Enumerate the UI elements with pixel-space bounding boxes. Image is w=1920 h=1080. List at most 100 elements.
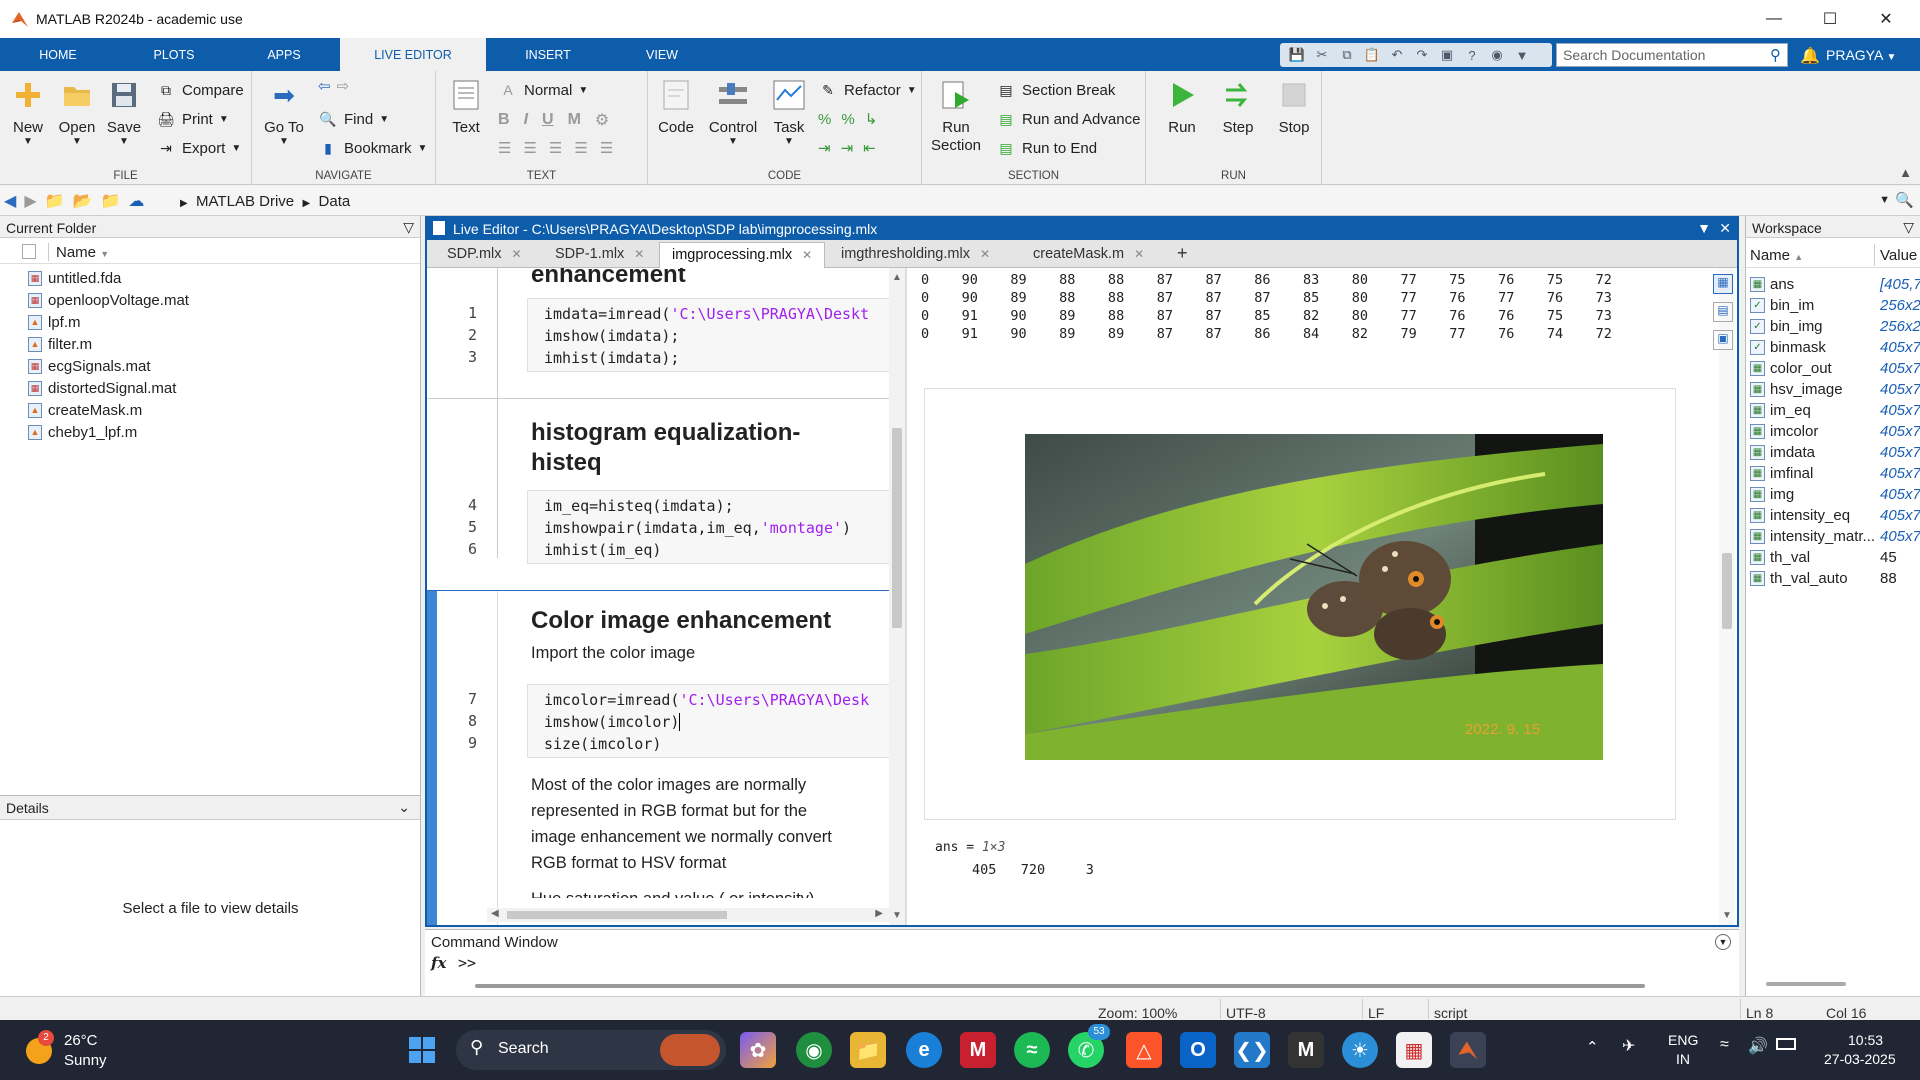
export-button[interactable]: ⇥ Export ▼	[156, 139, 241, 157]
close-icon[interactable]: ✕	[1858, 0, 1914, 38]
workspace-variable-row[interactable]: ▦ intensity_eq 405x7	[1746, 505, 1920, 526]
file-type-status[interactable]: script	[1434, 1005, 1467, 1021]
column-header[interactable]: Name ▼	[0, 240, 420, 264]
clock-time[interactable]: 10:53	[1848, 1032, 1883, 1048]
numbered-list-icon[interactable]: ☰	[523, 139, 536, 157]
workspace-variable-row[interactable]: ✓ bin_im 256x2	[1746, 295, 1920, 316]
output-vertical-scrollbar[interactable]: ▲ ▼	[1719, 268, 1735, 925]
back-arrow-icon[interactable]: ⇦	[318, 77, 331, 95]
output-pane[interactable]: 0 90 89 88 88 87 87 86 83 80 77 75 76 75…	[907, 268, 1737, 925]
close-tab-icon[interactable]: ✕	[980, 247, 990, 261]
save-icon[interactable]: 💾	[1286, 46, 1308, 64]
workspace-variable-row[interactable]: ▦ th_val_auto 88	[1746, 568, 1920, 589]
panel-menu-icon[interactable]: ▽	[1903, 219, 1914, 236]
language-indicator[interactable]: ENG	[1668, 1032, 1698, 1048]
compare-button[interactable]: ⧉ Compare	[156, 81, 244, 99]
workspace-variable-row[interactable]: ✓ binmask 405x7	[1746, 337, 1920, 358]
region-indicator[interactable]: IN	[1676, 1051, 1690, 1067]
tab-imgthresholding-mlx[interactable]: imgthresholding.mlx ✕	[829, 242, 1002, 268]
collapse-ribbon-icon[interactable]: ▲	[1899, 165, 1912, 180]
run-to-end-button[interactable]: ▤ Run to End	[996, 139, 1097, 157]
code-block-2[interactable]: im_eq=histeq(imdata); imshowpair(imdata,…	[527, 490, 889, 564]
go-to-button[interactable]: ➡ Go To ▼	[260, 77, 308, 148]
scroll-thumb[interactable]	[507, 911, 727, 919]
zoom-status[interactable]: Zoom: 100%	[1098, 1005, 1177, 1021]
italic-icon[interactable]: I	[524, 111, 528, 129]
align-center-icon[interactable]: ☰	[574, 139, 587, 157]
wifi-icon[interactable]: ≈	[1720, 1036, 1729, 1054]
file-row[interactable]: ▲ createMask.m	[28, 402, 142, 419]
taskbar-search[interactable]: ⚲ Search	[456, 1030, 726, 1070]
cut-icon[interactable]: ✂	[1311, 46, 1333, 64]
control-button[interactable]: Control ▼	[704, 77, 762, 147]
section-break-button[interactable]: ▤ Section Break	[996, 81, 1115, 99]
scroll-up-icon[interactable]: ▲	[892, 272, 902, 283]
file-row[interactable]: ▦ ecgSignals.mat	[28, 358, 151, 375]
switch-windows-icon[interactable]: ▣	[1436, 46, 1458, 64]
notification-bell-icon[interactable]: 🔔	[1800, 46, 1820, 66]
show-hidden-icons[interactable]: ⌃	[1586, 1038, 1599, 1056]
align-left-icon[interactable]: ☰	[549, 139, 562, 157]
close-tab-icon[interactable]: ✕	[802, 248, 812, 262]
file-row[interactable]: ▲ cheby1_lpf.m	[28, 424, 137, 441]
clear-format-icon[interactable]: ⚙	[595, 110, 609, 130]
weather-widget[interactable]: 2	[22, 1030, 58, 1068]
workspace-variable-row[interactable]: ▦ imfinal 405x7	[1746, 463, 1920, 484]
redo-icon[interactable]: ↷	[1411, 46, 1433, 64]
brave-icon[interactable]: △	[1126, 1032, 1162, 1068]
workspace-variable-row[interactable]: ▦ img 405x7	[1746, 484, 1920, 505]
volume-icon[interactable]: 🔊	[1748, 1036, 1768, 1056]
close-tab-icon[interactable]: ✕	[634, 247, 644, 261]
file-row[interactable]: ▦ openloopVoltage.mat	[28, 292, 189, 309]
workspace-variable-row[interactable]: ✓ bin_img 256x2	[1746, 316, 1920, 337]
task-button[interactable]: Task ▼	[766, 77, 812, 147]
run-section-button[interactable]: Run Section	[928, 77, 984, 155]
search-documentation-input[interactable]: Search Documentation ⚲	[1556, 43, 1788, 67]
workspace-variable-row[interactable]: ▦ th_val 45	[1746, 547, 1920, 568]
mcafee-icon[interactable]: M	[960, 1032, 996, 1068]
browse-folder-icon[interactable]: 📂	[73, 191, 93, 211]
code-block-3[interactable]: imcolor=imread('C:\Users\PRAGYA\Desk ims…	[527, 684, 889, 758]
wrap-comment-icon[interactable]: ↳	[865, 110, 878, 128]
horizontal-scrollbar[interactable]: ◀ ▶	[487, 908, 889, 922]
increase-indent-icon[interactable]: ⇥	[841, 139, 854, 157]
breadcrumb-matlab-drive[interactable]: MATLAB Drive	[196, 193, 294, 210]
code-block-1[interactable]: imdata=imread('C:\Users\PRAGYA\Deskt ims…	[527, 298, 889, 372]
network-icon[interactable]: ✈	[1622, 1036, 1635, 1056]
figure-output[interactable]: 2022. 9. 15	[924, 388, 1676, 820]
output-right-view-icon[interactable]: ▦	[1713, 274, 1733, 294]
run-and-advance-button[interactable]: ▤ Run and Advance	[996, 110, 1140, 128]
address-search-icon[interactable]: 🔍	[1895, 191, 1914, 209]
command-input[interactable]: fx >>	[431, 954, 1721, 976]
back-icon[interactable]: ◀	[4, 191, 16, 211]
paste-icon[interactable]: 📋	[1361, 46, 1383, 64]
uncomment-icon[interactable]: %	[841, 111, 854, 128]
tab-live-editor[interactable]: LIVE EDITOR	[340, 38, 486, 71]
workspace-variable-row[interactable]: ▦ color_out 405x7	[1746, 358, 1920, 379]
panel-options-icon[interactable]: ▼	[1697, 220, 1711, 236]
app-icon[interactable]: ☀	[1342, 1032, 1378, 1068]
copilot-icon[interactable]: ✿	[740, 1032, 776, 1068]
user-menu[interactable]: PRAGYA ▼	[1826, 47, 1896, 63]
matlab-drive-cloud-icon[interactable]: ☁	[128, 191, 144, 211]
close-editor-icon[interactable]: ✕	[1719, 220, 1731, 237]
workspace-variable-row[interactable]: ▦ imdata 405x7	[1746, 442, 1920, 463]
start-button[interactable]	[404, 1032, 440, 1068]
forward-icon[interactable]: ▶	[24, 191, 36, 211]
print-button[interactable]: 🖨 Print ▼	[156, 110, 229, 128]
fx-icon[interactable]: fx	[431, 954, 446, 972]
address-dropdown-icon[interactable]: ▼	[1879, 194, 1890, 206]
scroll-right-icon[interactable]: ▶	[875, 908, 883, 919]
whatsapp-icon[interactable]: ✆ 53	[1068, 1024, 1110, 1068]
panel-menu-icon[interactable]: ▼	[1715, 934, 1731, 950]
vscode-icon[interactable]: ❮❯	[1234, 1032, 1270, 1068]
scroll-thumb[interactable]	[892, 428, 902, 628]
refactor-button[interactable]: ✎ Refactor ▼	[818, 81, 916, 99]
close-tab-icon[interactable]: ✕	[1134, 247, 1144, 261]
minimize-icon[interactable]: —	[1746, 0, 1802, 38]
chevron-down-icon[interactable]: ⌄	[398, 799, 410, 816]
scroll-thumb[interactable]	[1722, 553, 1732, 629]
tab-home[interactable]: HOME	[10, 38, 106, 71]
command-h-scrollbar[interactable]	[475, 984, 1645, 988]
code-pane[interactable]: enhancement 1 2 3 imdata=imread('C:\User…	[427, 268, 889, 925]
